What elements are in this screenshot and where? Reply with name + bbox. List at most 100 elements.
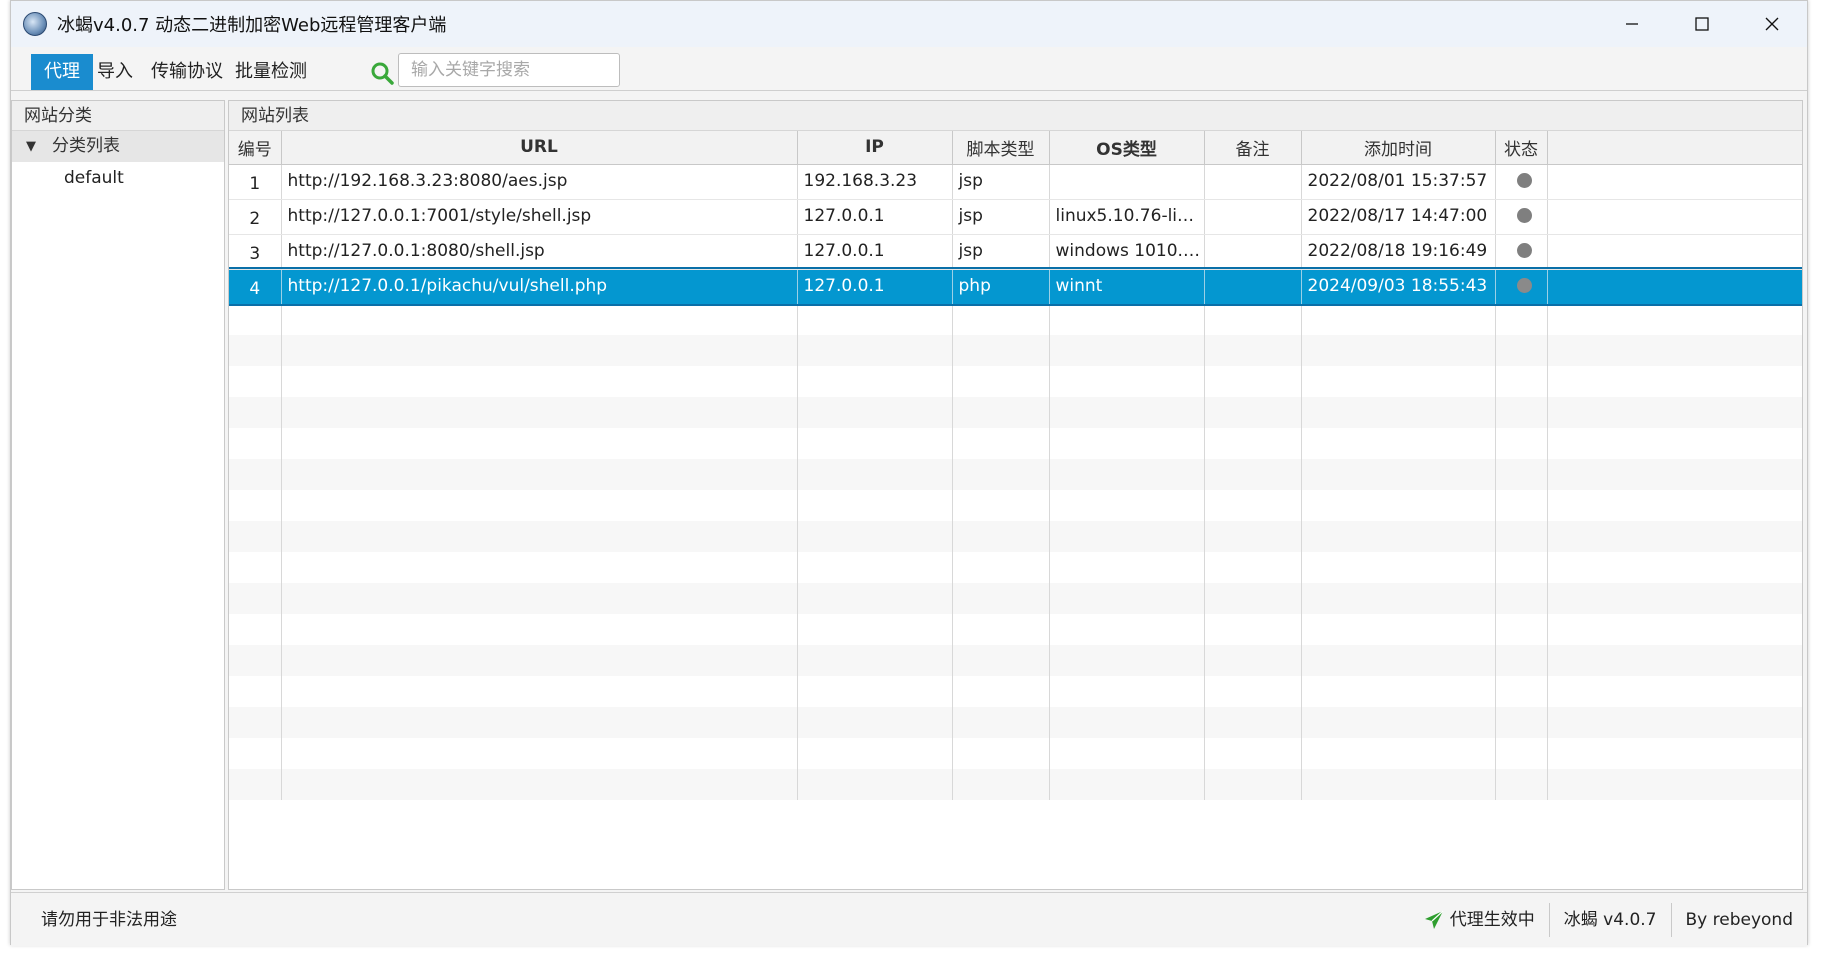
empty-cell	[1301, 397, 1496, 428]
cell-ip: 127.0.0.1	[797, 269, 953, 305]
cell-filler	[1547, 269, 1802, 305]
maximize-button[interactable]	[1667, 1, 1737, 47]
cell-status	[1495, 269, 1548, 305]
close-button[interactable]	[1737, 1, 1807, 47]
empty-cell	[1301, 583, 1496, 614]
empty-cell	[1204, 335, 1302, 366]
column-header-os-type[interactable]: OS类型	[1049, 131, 1205, 165]
empty-cell	[1204, 490, 1302, 521]
empty-cell	[281, 521, 798, 552]
empty-cell	[281, 459, 798, 490]
empty-cell	[229, 459, 282, 490]
empty-row	[229, 645, 1802, 676]
tab-batch-check[interactable]: 批量检测	[222, 54, 320, 90]
legal-warning: 请勿用于非法用途	[41, 910, 177, 930]
empty-cell	[797, 521, 953, 552]
cell-ip: 127.0.0.1	[797, 234, 953, 270]
empty-cell	[1301, 304, 1496, 335]
empty-cell	[1204, 645, 1302, 676]
empty-cell	[229, 521, 282, 552]
empty-cell	[797, 614, 953, 645]
empty-cell	[797, 645, 953, 676]
column-header-url[interactable]: URL	[281, 131, 798, 165]
empty-cell	[1495, 521, 1548, 552]
empty-cell	[1301, 614, 1496, 645]
cell-filler	[1547, 164, 1802, 200]
tree-item-label: 分类列表	[52, 136, 120, 156]
cell-url: http://127.0.0.1/pikachu/vul/shell.php	[281, 269, 798, 305]
toolbar: 代理 导入 传输协议 批量检测	[11, 47, 1807, 91]
empty-cell	[281, 552, 798, 583]
empty-cell	[1204, 583, 1302, 614]
empty-cell	[1204, 521, 1302, 552]
empty-cell	[1301, 738, 1496, 769]
column-header-script-type[interactable]: 脚本类型	[952, 131, 1050, 165]
cell-note	[1204, 234, 1302, 270]
column-header-ip[interactable]: IP	[797, 131, 953, 165]
search-icon[interactable]	[369, 60, 395, 86]
empty-cell	[229, 490, 282, 521]
column-header-note[interactable]: 备注	[1204, 131, 1302, 165]
empty-cell	[1204, 304, 1302, 335]
empty-cell	[952, 459, 1050, 490]
table-row[interactable]: 3 http://127.0.0.1:8080/shell.jsp 127.0.…	[229, 234, 1802, 270]
empty-cell	[797, 304, 953, 335]
empty-cell	[229, 614, 282, 645]
table-row[interactable]: 2 http://127.0.0.1:7001/style/shell.jsp …	[229, 199, 1802, 235]
cell-script-type: jsp	[952, 164, 1050, 200]
cell-status	[1495, 234, 1548, 270]
maximize-icon	[1695, 17, 1709, 31]
empty-cell	[1049, 366, 1205, 397]
empty-cell	[1301, 676, 1496, 707]
empty-cell	[952, 676, 1050, 707]
cell-add-time: 2022/08/18 19:16:49	[1301, 234, 1496, 270]
empty-cell	[952, 304, 1050, 335]
table-row[interactable]: 1 http://192.168.3.23:8080/aes.jsp 192.1…	[229, 164, 1802, 200]
empty-cell	[1547, 676, 1802, 707]
empty-cell	[952, 583, 1050, 614]
search-input[interactable]	[398, 53, 620, 87]
empty-cell	[229, 366, 282, 397]
status-dot-icon	[1516, 172, 1532, 188]
empty-cell	[1547, 304, 1802, 335]
tab-import[interactable]: 导入	[84, 54, 146, 90]
empty-cell	[1301, 490, 1496, 521]
status-dot-icon	[1516, 207, 1532, 223]
empty-rows	[229, 304, 1802, 800]
cell-script-type: php	[952, 269, 1050, 305]
empty-cell	[1049, 676, 1205, 707]
table-row-selected[interactable]: 4 http://127.0.0.1/pikachu/vul/shell.php…	[229, 267, 1802, 306]
cell-os-type: windows 1010.0a...	[1049, 234, 1205, 270]
empty-cell	[1204, 459, 1302, 490]
empty-cell	[1301, 769, 1496, 800]
empty-cell	[1049, 459, 1205, 490]
empty-cell	[1495, 769, 1548, 800]
empty-cell	[797, 676, 953, 707]
empty-cell	[952, 769, 1050, 800]
empty-cell	[952, 614, 1050, 645]
empty-cell	[281, 490, 798, 521]
empty-cell	[281, 583, 798, 614]
empty-row	[229, 707, 1802, 738]
empty-cell	[797, 490, 953, 521]
empty-row	[229, 304, 1802, 335]
cell-filler	[1547, 234, 1802, 270]
expand-arrow-icon[interactable]: ▼	[26, 131, 36, 162]
table-header-row: 编号 URL IP 脚本类型 OS类型 备注 添加时间 状态	[229, 131, 1802, 165]
empty-cell	[797, 366, 953, 397]
empty-cell	[1495, 552, 1548, 583]
minimize-button[interactable]	[1597, 1, 1667, 47]
tree-item-category-list[interactable]: ▼ 分类列表	[12, 131, 224, 162]
empty-row	[229, 738, 1802, 769]
column-header-id[interactable]: 编号	[229, 131, 282, 165]
cell-script-type: jsp	[952, 234, 1050, 270]
empty-cell	[281, 707, 798, 738]
empty-cell	[1495, 614, 1548, 645]
empty-cell	[797, 335, 953, 366]
column-header-add-time[interactable]: 添加时间	[1301, 131, 1496, 165]
empty-row	[229, 366, 1802, 397]
empty-cell	[1547, 552, 1802, 583]
empty-cell	[229, 738, 282, 769]
column-header-status[interactable]: 状态	[1495, 131, 1548, 165]
tree-item-default[interactable]: default	[12, 162, 224, 194]
